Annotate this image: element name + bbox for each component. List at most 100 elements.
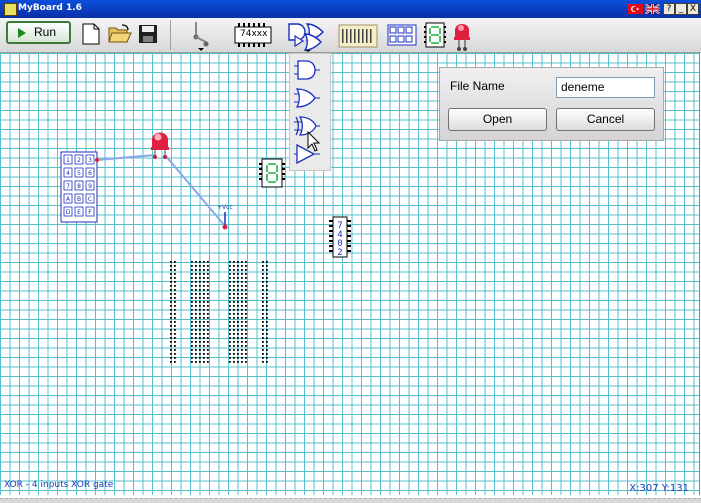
breadboard-hole[interactable] <box>245 265 247 267</box>
breadboard-hole[interactable] <box>245 321 247 323</box>
breadboard-hole[interactable] <box>229 309 231 311</box>
breadboard-hole[interactable] <box>174 301 176 303</box>
breadboard-hole[interactable] <box>203 309 205 311</box>
breadboard-hole[interactable] <box>170 321 172 323</box>
breadboard-hole[interactable] <box>241 341 243 343</box>
breadboard-hole[interactable] <box>199 325 201 327</box>
breadboard-hole[interactable] <box>191 317 193 319</box>
breadboard-hole[interactable] <box>203 345 205 347</box>
breadboard-hole[interactable] <box>174 321 176 323</box>
breadboard-hole[interactable] <box>266 265 268 267</box>
close-button[interactable]: X <box>687 3 699 15</box>
breadboard-hole[interactable] <box>195 357 197 359</box>
breadboard-hole[interactable] <box>174 281 176 283</box>
breadboard-hole[interactable] <box>229 329 231 331</box>
breadboard-hole[interactable] <box>195 273 197 275</box>
breadboard-hole[interactable] <box>245 277 247 279</box>
breadboard-hole[interactable] <box>229 349 231 351</box>
breadboard-hole[interactable] <box>262 285 264 287</box>
breadboard-hole[interactable] <box>262 305 264 307</box>
breadboard-hole[interactable] <box>266 297 268 299</box>
breadboard-hole[interactable] <box>262 277 264 279</box>
breadboard-hole[interactable] <box>237 277 239 279</box>
breadboard-hole[interactable] <box>245 325 247 327</box>
breadboard-hole[interactable] <box>233 321 235 323</box>
breadboard-hole[interactable] <box>207 321 209 323</box>
breadboard-hole[interactable] <box>262 333 264 335</box>
breadboard-hole[interactable] <box>241 309 243 311</box>
breadboard-hole[interactable] <box>237 341 239 343</box>
uk-flag-icon[interactable] <box>645 4 660 14</box>
breadboard-hole[interactable] <box>229 325 231 327</box>
breadboard-hole[interactable] <box>195 285 197 287</box>
breadboard-hole[interactable] <box>241 313 243 315</box>
breadboard-hole[interactable] <box>266 293 268 295</box>
breadboard-hole[interactable] <box>199 349 201 351</box>
breadboard-hole[interactable] <box>174 285 176 287</box>
breadboard-tool-icon[interactable] <box>338 24 378 48</box>
file-name-input[interactable]: deneme <box>556 77 655 98</box>
breadboard-hole[interactable] <box>233 357 235 359</box>
breadboard-hole[interactable] <box>266 345 268 347</box>
breadboard-hole[interactable] <box>241 285 243 287</box>
keypad-tool-icon[interactable] <box>387 24 417 46</box>
breadboard-hole[interactable] <box>170 265 172 267</box>
breadboard-hole[interactable] <box>262 357 264 359</box>
breadboard-component[interactable] <box>166 258 276 366</box>
breadboard-hole[interactable] <box>245 281 247 283</box>
breadboard-hole[interactable] <box>174 305 176 307</box>
breadboard-hole[interactable] <box>262 293 264 295</box>
breadboard-hole[interactable] <box>241 345 243 347</box>
breadboard-hole[interactable] <box>203 337 205 339</box>
breadboard-hole[interactable] <box>191 349 193 351</box>
breadboard-hole[interactable] <box>191 301 193 303</box>
breadboard-hole[interactable] <box>199 345 201 347</box>
breadboard-hole[interactable] <box>207 297 209 299</box>
breadboard-hole[interactable] <box>191 285 193 287</box>
breadboard-hole[interactable] <box>241 321 243 323</box>
breadboard-hole[interactable] <box>233 337 235 339</box>
open-button[interactable]: Open <box>448 108 547 131</box>
breadboard-hole[interactable] <box>195 289 197 291</box>
breadboard-hole[interactable] <box>170 349 172 351</box>
breadboard-hole[interactable] <box>203 305 205 307</box>
breadboard-hole[interactable] <box>262 289 264 291</box>
breadboard-hole[interactable] <box>266 317 268 319</box>
breadboard-hole[interactable] <box>229 265 231 267</box>
breadboard-hole[interactable] <box>170 261 172 263</box>
breadboard-hole[interactable] <box>195 329 197 331</box>
breadboard-hole[interactable] <box>207 305 209 307</box>
breadboard-hole[interactable] <box>245 313 247 315</box>
breadboard-hole[interactable] <box>174 317 176 319</box>
breadboard-hole[interactable] <box>233 349 235 351</box>
breadboard-hole[interactable] <box>233 345 235 347</box>
breadboard-hole[interactable] <box>233 317 235 319</box>
breadboard-hole[interactable] <box>229 353 231 355</box>
breadboard-hole[interactable] <box>266 289 268 291</box>
breadboard-hole[interactable] <box>203 301 205 303</box>
breadboard-hole[interactable] <box>170 313 172 315</box>
breadboard-hole[interactable] <box>199 277 201 279</box>
breadboard-hole[interactable] <box>233 289 235 291</box>
breadboard-hole[interactable] <box>195 349 197 351</box>
breadboard-hole[interactable] <box>262 273 264 275</box>
breadboard-hole[interactable] <box>245 285 247 287</box>
breadboard-hole[interactable] <box>245 309 247 311</box>
breadboard-hole[interactable] <box>237 361 239 363</box>
breadboard-hole[interactable] <box>207 317 209 319</box>
breadboard-hole[interactable] <box>203 329 205 331</box>
breadboard-hole[interactable] <box>170 345 172 347</box>
breadboard-hole[interactable] <box>245 317 247 319</box>
breadboard-hole[interactable] <box>241 353 243 355</box>
led-component[interactable] <box>148 128 172 160</box>
breadboard-hole[interactable] <box>233 333 235 335</box>
breadboard-hole[interactable] <box>237 269 239 271</box>
breadboard-hole[interactable] <box>174 289 176 291</box>
breadboard-hole[interactable] <box>195 317 197 319</box>
breadboard-hole[interactable] <box>241 265 243 267</box>
breadboard-hole[interactable] <box>199 313 201 315</box>
breadboard-hole[interactable] <box>174 345 176 347</box>
new-file-icon[interactable] <box>82 23 100 45</box>
breadboard-hole[interactable] <box>245 293 247 295</box>
breadboard-hole[interactable] <box>245 353 247 355</box>
